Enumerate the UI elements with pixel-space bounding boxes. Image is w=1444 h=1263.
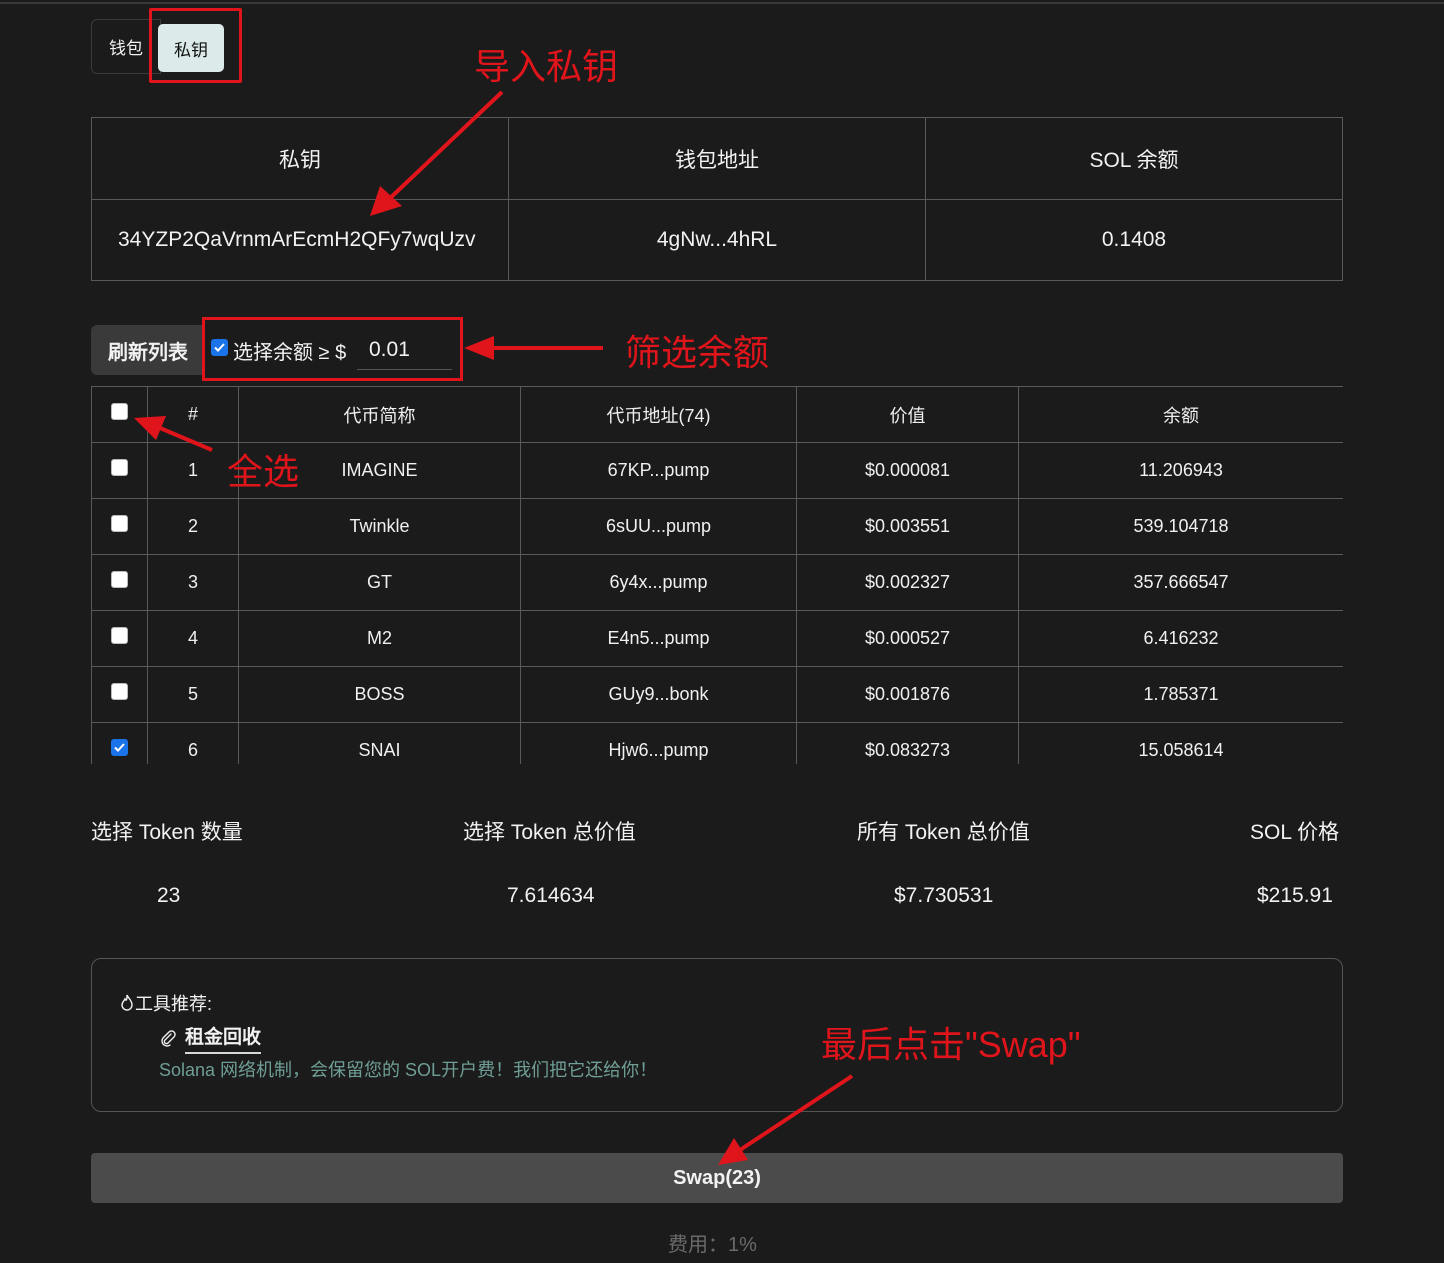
- rent-recovery-link[interactable]: 租金回收: [159, 1022, 262, 1054]
- table-row: 5 BOSS GUy9...bonk $0.001876 1.785371: [91, 666, 1343, 723]
- checkmark-icon: [114, 743, 125, 752]
- row-address: 6y4x...pump: [520, 554, 797, 611]
- table-row: 6 SNAI Hjw6...pump $0.083273 15.058614: [91, 722, 1343, 764]
- annotation-highlight-box: [149, 8, 242, 83]
- table-row: 2 Twinkle 6sUU...pump $0.003551 539.1047…: [91, 498, 1343, 555]
- table-row: 3 GT 6y4x...pump $0.002327 357.666547: [91, 554, 1343, 611]
- header-value: 价值: [796, 386, 1019, 443]
- row-balance: 11.206943: [1018, 442, 1343, 499]
- row-address: 67KP...pump: [520, 442, 797, 499]
- row-checkbox[interactable]: [111, 514, 128, 532]
- mode-tabs: 钱包 私钥: [91, 8, 245, 83]
- row-balance: 539.104718: [1018, 498, 1343, 555]
- header-wallet-address: 钱包地址: [508, 117, 926, 200]
- selected-value-label: 选择 Token 总价值: [463, 821, 636, 844]
- annotation-import-key: 导入私钥: [474, 46, 619, 87]
- row-num: 2: [147, 498, 239, 555]
- wallet-address-value: 4gNw...4hRL: [508, 199, 926, 281]
- rent-recovery-link-text[interactable]: 租金回收: [185, 1022, 262, 1054]
- row-address: GUy9...bonk: [520, 666, 797, 723]
- row-balance: 15.058614: [1018, 722, 1343, 764]
- row-balance: 357.666547: [1018, 554, 1343, 611]
- row-symbol: BOSS: [238, 666, 521, 723]
- header-num: #: [147, 386, 239, 443]
- row-num: 5: [147, 666, 239, 723]
- row-checkbox[interactable]: [111, 682, 128, 700]
- header-symbol: 代币简称: [238, 386, 521, 443]
- selected-count-value: 23: [157, 884, 181, 907]
- header-balance: 余额: [1018, 386, 1343, 443]
- sol-price-value: $215.91: [1257, 884, 1333, 907]
- row-value: $0.000527: [796, 610, 1019, 667]
- refresh-list-button[interactable]: 刷新列表: [91, 325, 205, 375]
- row-address: 6sUU...pump: [520, 498, 797, 555]
- header-address: 代币地址(74): [520, 386, 797, 443]
- row-checkbox[interactable]: [111, 626, 128, 644]
- row-checkbox[interactable]: [111, 738, 128, 756]
- annotation-filter-balance: 筛选余额: [625, 332, 770, 373]
- row-num: 6: [147, 722, 239, 764]
- fee-label: 费用：1%: [668, 1234, 757, 1256]
- row-address: E4n5...pump: [520, 610, 797, 667]
- select-all-cell: [91, 386, 148, 443]
- row-value: $0.003551: [796, 498, 1019, 555]
- header-sol-balance: SOL 余额: [925, 117, 1343, 200]
- tools-title: 工具推荐:: [119, 990, 212, 1016]
- sol-price-label: SOL 价格: [1250, 821, 1340, 844]
- annotation-select-all: 全选: [227, 451, 300, 492]
- paperclip-icon: [161, 1030, 176, 1047]
- selected-count-label: 选择 Token 数量: [91, 821, 243, 844]
- selected-value-value: 7.614634: [507, 884, 595, 907]
- row-value: $0.001876: [796, 666, 1019, 723]
- sol-balance-value: 0.1408: [925, 199, 1343, 281]
- row-symbol: Twinkle: [238, 498, 521, 555]
- row-balance: 1.785371: [1018, 666, 1343, 723]
- top-divider: [0, 2, 1444, 4]
- total-value-label: 所有 Token 总价值: [857, 821, 1030, 844]
- flame-icon: [121, 994, 133, 1011]
- arrow-icon: [464, 336, 494, 360]
- private-key-value[interactable]: 34YZP2QaVrnmArEcmH2QFy7wqUzv: [91, 199, 509, 281]
- row-address: Hjw6...pump: [520, 722, 797, 764]
- table-row: 4 M2 E4n5...pump $0.000527 6.416232: [91, 610, 1343, 667]
- row-value: $0.000081: [796, 442, 1019, 499]
- key-info-table: 私钥 钱包地址 SOL 余额 34YZP2QaVrnmArEcmH2QFy7wq…: [91, 117, 1343, 281]
- row-num: 3: [147, 554, 239, 611]
- row-balance: 6.416232: [1018, 610, 1343, 667]
- tools-description: Solana 网络机制，会保留您的 SOL开户费！我们把它还给你！: [159, 1060, 658, 1080]
- total-value-value: $7.730531: [894, 884, 994, 907]
- swap-button[interactable]: Swap(23): [91, 1153, 1343, 1203]
- select-all-checkbox[interactable]: [111, 402, 128, 420]
- row-checkbox[interactable]: [111, 458, 128, 476]
- row-value: $0.002327: [796, 554, 1019, 611]
- row-symbol: SNAI: [238, 722, 521, 764]
- tools-card: [91, 958, 1343, 1112]
- row-num: 1: [147, 442, 239, 499]
- row-symbol: M2: [238, 610, 521, 667]
- row-num: 4: [147, 610, 239, 667]
- row-symbol: GT: [238, 554, 521, 611]
- header-private-key: 私钥: [91, 117, 509, 200]
- row-value: $0.083273: [796, 722, 1019, 764]
- tools-title-text: 工具推荐:: [135, 994, 213, 1014]
- annotation-click-swap: 最后点击"Swap": [821, 1024, 1081, 1065]
- row-checkbox[interactable]: [111, 570, 128, 588]
- annotation-highlight-box: [202, 317, 463, 381]
